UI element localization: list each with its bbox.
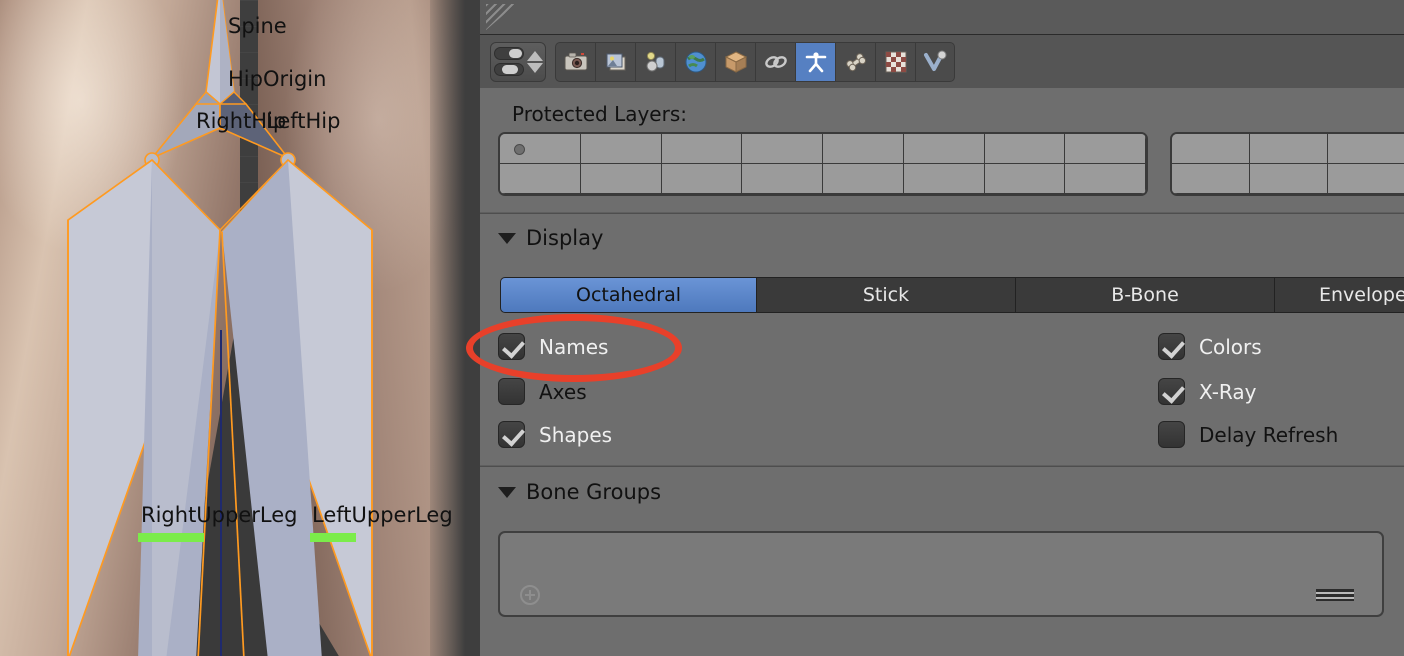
layer-cell[interactable] <box>1172 134 1250 164</box>
xray-checkbox[interactable] <box>1158 378 1185 405</box>
bone-type-octahedral[interactable]: Octahedral <box>500 277 756 313</box>
scene-icon <box>646 51 664 71</box>
layer-cell[interactable] <box>823 134 904 164</box>
add-bone-group-icon[interactable] <box>520 585 540 605</box>
bone-icon <box>845 52 866 71</box>
properties-header <box>480 34 1404 88</box>
layer-cell[interactable] <box>500 134 581 164</box>
tab-scene[interactable] <box>635 41 675 82</box>
bone-label-leftupperleg: LeftUpperLeg <box>312 503 453 527</box>
chain-link-icon <box>764 55 787 68</box>
delay-refresh-checkbox[interactable] <box>1158 421 1185 448</box>
bone-groups-list[interactable] <box>498 531 1384 617</box>
tab-render[interactable] <box>555 41 595 82</box>
axes-checkbox[interactable] <box>498 378 525 405</box>
bone-group-color-bar <box>138 533 204 542</box>
protected-layers-label: Protected Layers: <box>512 102 687 126</box>
layer-cell[interactable] <box>1328 164 1404 194</box>
tab-render-layers[interactable] <box>595 41 635 82</box>
checkbox-row-names[interactable]: Names <box>498 333 608 360</box>
panel-divider <box>480 212 1404 214</box>
axes-label: Axes <box>539 379 587 404</box>
3d-viewport[interactable]: Spine HipOrigin RightHip LeftHip RightUp… <box>0 0 480 656</box>
chevron-down-icon <box>498 232 516 244</box>
area-corner-handle-icon[interactable] <box>486 4 516 30</box>
panel-divider <box>480 465 1404 467</box>
editor-top-strip <box>480 0 1404 34</box>
editor-type-arrows-icon <box>526 50 543 73</box>
layer-cell[interactable] <box>1250 164 1328 194</box>
layer-cell[interactable] <box>742 134 823 164</box>
resize-grip-icon[interactable] <box>1316 589 1354 601</box>
bone-label-spine: Spine <box>228 14 287 38</box>
checkbox-row-xray[interactable]: X-Ray <box>1158 378 1256 405</box>
display-panel-header[interactable]: Display <box>498 226 603 250</box>
names-checkbox[interactable] <box>498 333 525 360</box>
layer-cell[interactable] <box>823 164 904 194</box>
names-label: Names <box>539 334 609 359</box>
tab-object[interactable] <box>715 41 755 82</box>
tab-texture[interactable] <box>875 41 915 82</box>
cube-icon <box>724 50 747 73</box>
bone-label-hiporigin: HipOrigin <box>228 67 327 91</box>
layer-cell[interactable] <box>1172 164 1250 194</box>
colors-label: Colors <box>1199 334 1262 359</box>
bone-label-lefthip: LeftHip <box>266 109 341 133</box>
xray-label: X-Ray <box>1199 379 1257 404</box>
tab-object-data-armature[interactable] <box>795 41 835 82</box>
physics-icon <box>924 50 947 71</box>
delay-refresh-label: Delay Refresh <box>1199 422 1339 447</box>
properties-body: Protected Layers: Display Octahedral Sti… <box>480 88 1404 656</box>
tab-bone[interactable] <box>835 41 875 82</box>
tab-world[interactable] <box>675 41 715 82</box>
layer-cell[interactable] <box>742 164 823 194</box>
layer-cell[interactable] <box>661 164 743 194</box>
checkbox-row-delay-refresh[interactable]: Delay Refresh <box>1158 421 1338 448</box>
checker-icon <box>885 51 906 72</box>
tab-physics[interactable] <box>915 41 955 82</box>
editor-type-icon <box>493 47 524 76</box>
properties-editor: Protected Layers: Display Octahedral Sti… <box>480 0 1404 656</box>
display-panel-title: Display <box>526 226 604 250</box>
editor-type-selector[interactable] <box>490 41 546 82</box>
protected-layers-grid-group-1[interactable] <box>498 132 1148 196</box>
layer-cell[interactable] <box>984 164 1066 194</box>
layer-cell[interactable] <box>1065 134 1146 164</box>
layer-cell[interactable] <box>580 164 662 194</box>
tab-constraints[interactable] <box>755 41 795 82</box>
layer-cell[interactable] <box>903 164 985 194</box>
chevron-down-icon <box>498 486 516 498</box>
bone-type-envelope[interactable]: Envelope <box>1274 277 1404 313</box>
bone-groups-panel-title: Bone Groups <box>526 480 662 504</box>
checkbox-row-shapes[interactable]: Shapes <box>498 421 612 448</box>
camera-icon <box>564 52 587 70</box>
colors-checkbox[interactable] <box>1158 333 1185 360</box>
properties-tab-bar[interactable] <box>555 41 955 82</box>
layer-cell[interactable] <box>661 134 743 164</box>
globe-icon <box>685 51 706 72</box>
shapes-label: Shapes <box>539 422 613 447</box>
bone-group-color-bar <box>310 533 356 542</box>
layer-cell[interactable] <box>984 134 1066 164</box>
layer-cell[interactable] <box>1328 134 1404 164</box>
protected-layers-grid-group-2[interactable] <box>1170 132 1404 196</box>
layer-cell[interactable] <box>500 164 581 194</box>
bone-label-rightupperleg: RightUpperLeg <box>141 503 298 527</box>
checkbox-row-axes[interactable]: Axes <box>498 378 587 405</box>
layer-cell[interactable] <box>903 134 985 164</box>
bone-display-type-buttons[interactable]: Octahedral Stick B-Bone Envelope <box>500 277 1404 313</box>
bone-groups-panel-header[interactable]: Bone Groups <box>498 480 661 504</box>
images-icon <box>606 53 625 70</box>
checkbox-row-colors[interactable]: Colors <box>1158 333 1262 360</box>
armature-bones[interactable] <box>0 0 480 656</box>
armature-person-icon <box>805 51 826 72</box>
shapes-checkbox[interactable] <box>498 421 525 448</box>
layer-cell[interactable] <box>580 134 662 164</box>
bone-type-stick[interactable]: Stick <box>756 277 1015 313</box>
layer-cell[interactable] <box>1065 164 1146 194</box>
bone-type-bbone[interactable]: B-Bone <box>1015 277 1274 313</box>
layer-cell[interactable] <box>1250 134 1328 164</box>
